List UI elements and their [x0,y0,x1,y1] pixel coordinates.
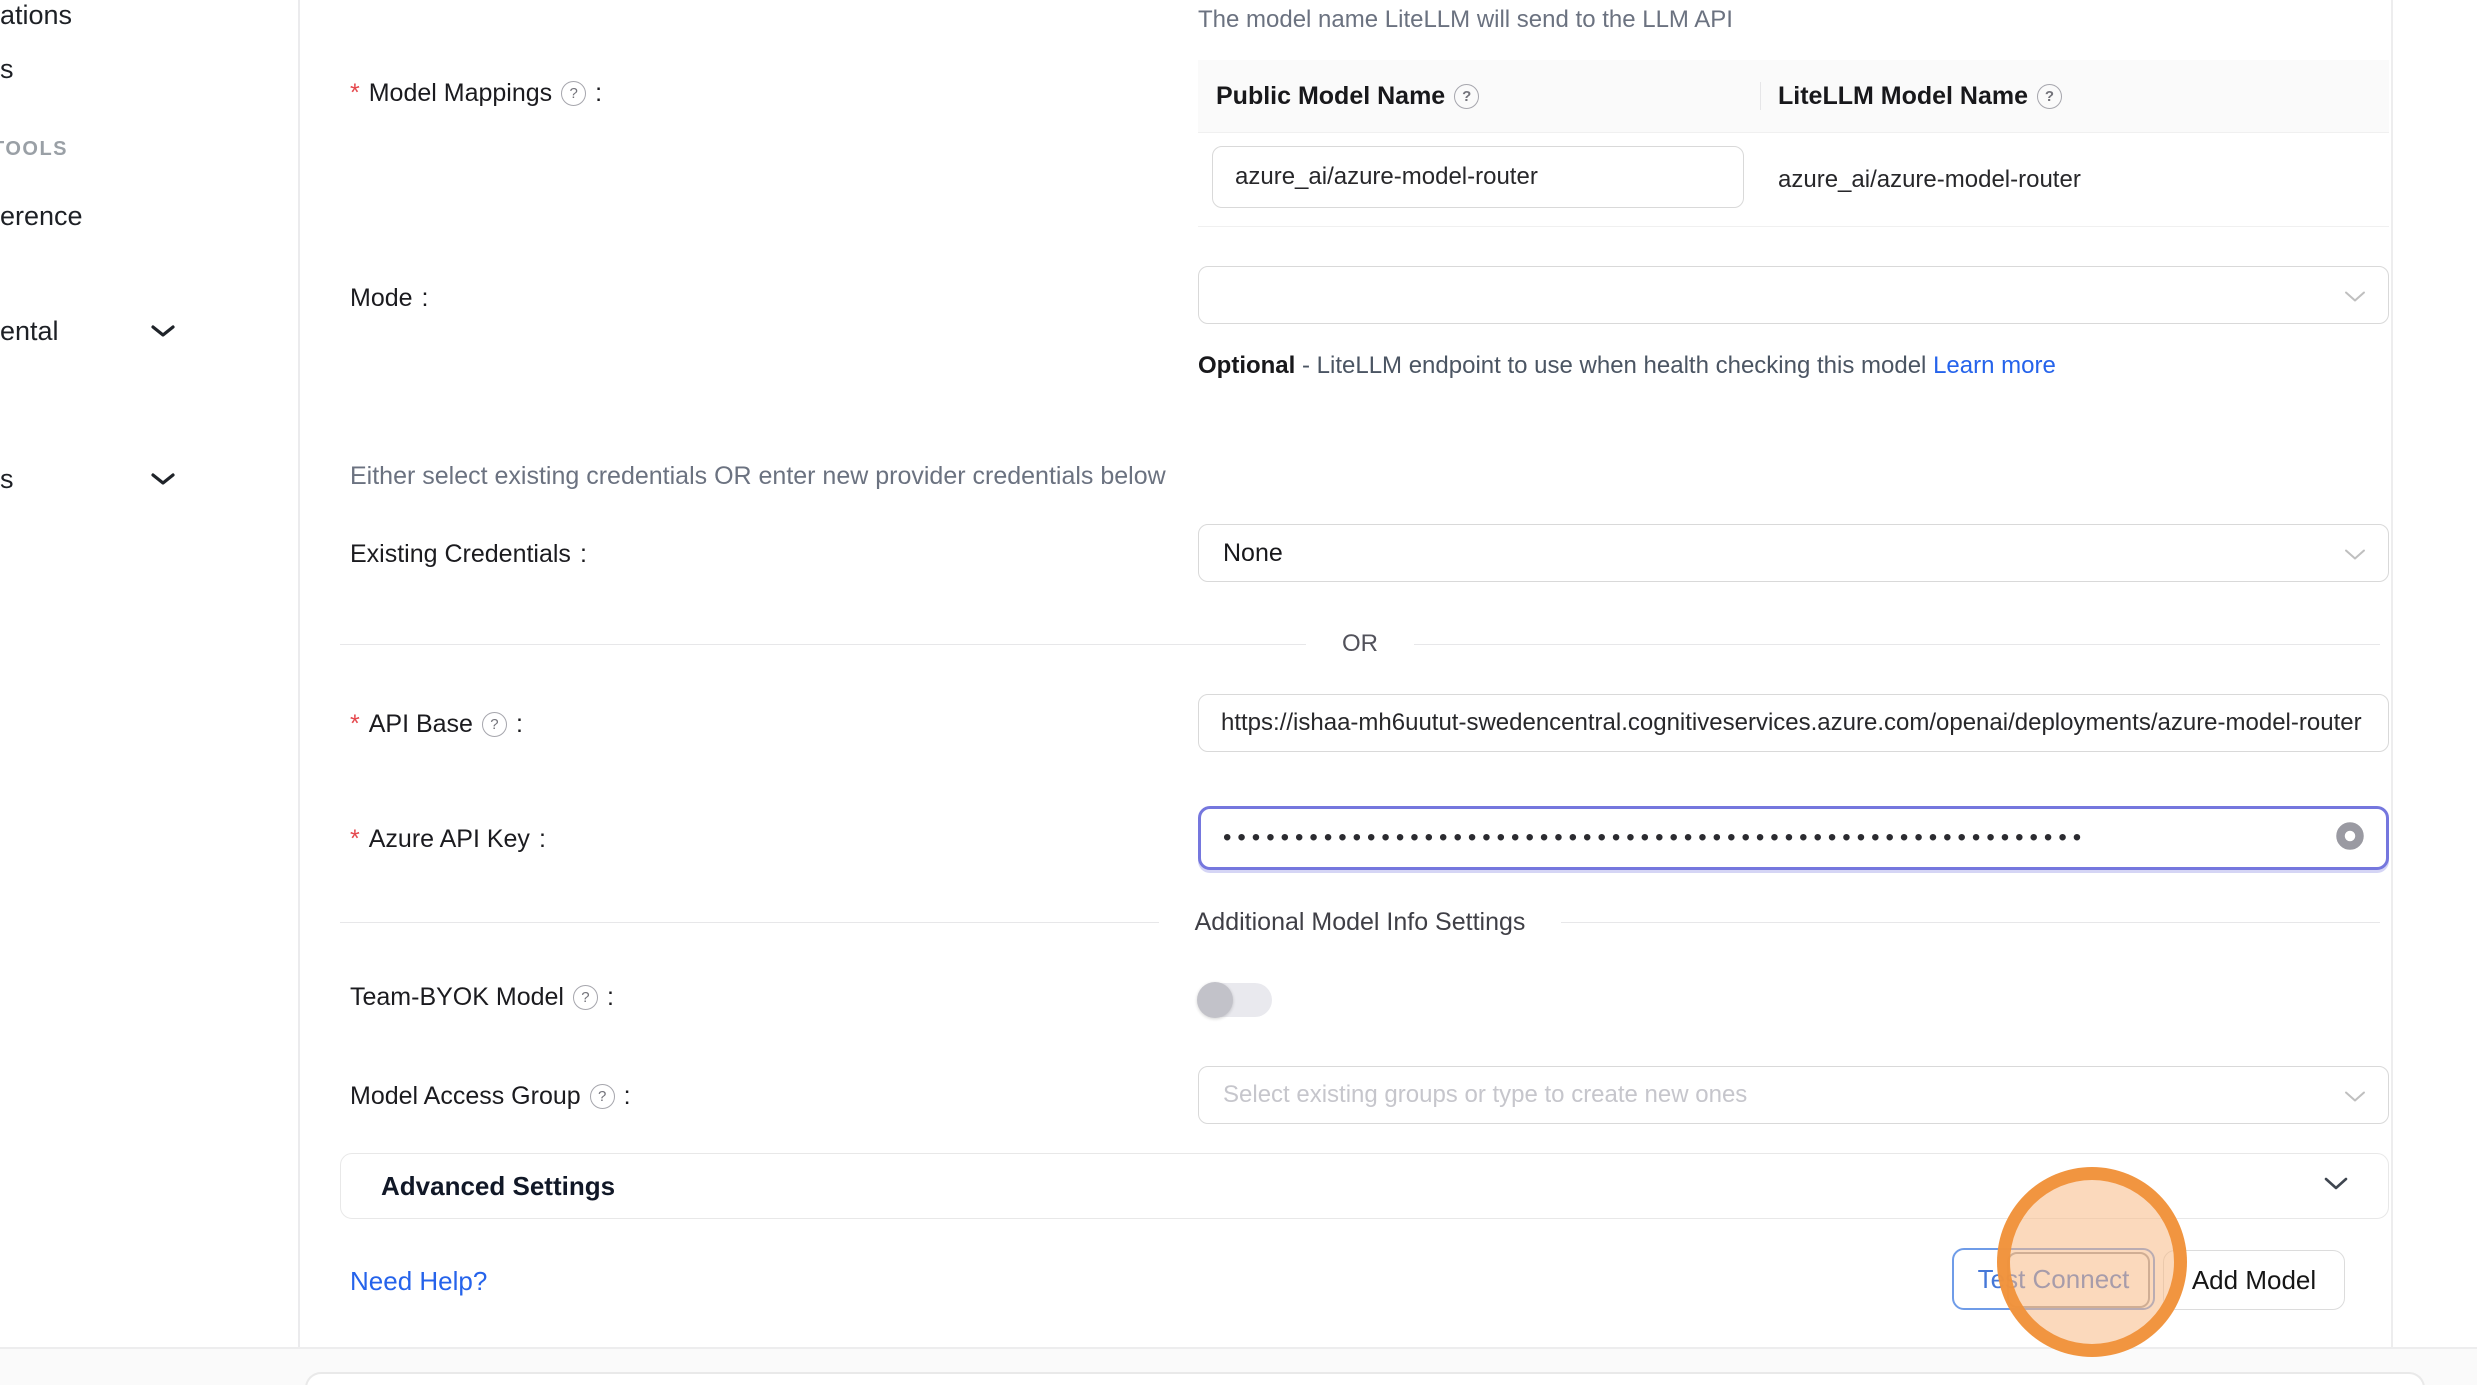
divider-line [340,922,1159,923]
divider-line [1561,922,2380,923]
app-screen: ations s TOOLS erence ental s The model … [0,0,2477,1385]
eye-icon[interactable] [2334,820,2366,857]
litellm-model-name-header: LiteLLM Model Name ? [1778,82,2062,111]
sidebar-item-organizations[interactable]: ations [0,0,72,31]
add-model-button[interactable]: Add Model [2163,1250,2345,1310]
public-model-name-header-text: Public Model Name [1216,82,1445,111]
additional-settings-divider-text: Additional Model Info Settings [1195,908,1526,937]
required-marker: * [350,825,360,854]
required-marker: * [350,710,360,739]
sidebar-section-label: TOOLS [0,138,68,160]
need-help-link[interactable]: Need Help? [350,1266,487,1297]
sidebar-item-label: erence [0,201,83,231]
content-right-divider [2391,0,2393,1347]
advanced-settings-title: Advanced Settings [381,1171,615,1202]
divider-line [1414,644,2380,645]
sidebar-item-settings[interactable]: s [0,464,14,495]
mode-select[interactable] [1198,266,2389,324]
help-glyph: ? [490,716,498,733]
sidebar-item-label: s [0,54,14,84]
team-byok-toggle[interactable] [1198,983,1272,1017]
learn-more-link[interactable]: Learn more [1933,352,2056,379]
sidebar-item-label: ations [0,0,72,30]
column-separator [1760,82,1761,110]
help-glyph: ? [581,989,589,1006]
model-mappings-label-text: Model Mappings [369,79,552,108]
existing-credentials-label-text: Existing Credentials [350,540,571,569]
help-icon[interactable]: ? [573,985,598,1010]
masked-api-key-value: ••••••••••••••••••••••••••••••••••••••••… [1201,824,2314,852]
label-colon: : [516,710,523,739]
model-mappings-table: Public Model Name ? LiteLLM Model Name ?… [1198,60,2389,227]
model-access-group-select[interactable]: Select existing groups or type to create… [1198,1066,2389,1124]
sidebar-item-label: s [0,464,14,494]
divider-line [340,644,1306,645]
chevron-down-icon [150,471,176,492]
litellm-model-name-header-text: LiteLLM Model Name [1778,82,2028,111]
or-divider-text: OR [1342,630,1378,658]
model-access-group-label: Model Access Group ? : [350,1078,631,1114]
required-marker: * [350,79,360,108]
click-highlight-circle [1997,1167,2187,1357]
help-icon[interactable]: ? [1454,84,1479,109]
chevron-down-icon [2344,539,2366,568]
label-colon: : [607,983,614,1012]
public-model-name-input[interactable] [1212,146,1744,208]
api-base-label-text: API Base [369,710,473,739]
team-byok-label-text: Team-BYOK Model [350,983,564,1012]
help-icon[interactable]: ? [2037,84,2062,109]
sidebar-section-tools: TOOLS [0,138,68,161]
api-base-input[interactable] [1198,694,2389,752]
model-mappings-table-header: Public Model Name ? LiteLLM Model Name ? [1198,60,2389,133]
label-colon: : [595,79,602,108]
help-icon[interactable]: ? [482,712,507,737]
public-model-name-header: Public Model Name ? [1216,82,1742,111]
label-colon: : [580,540,587,569]
existing-credentials-label: Existing Credentials : [350,536,587,572]
help-glyph: ? [598,1088,606,1105]
label-colon: : [422,284,429,313]
label-colon: : [624,1082,631,1111]
existing-credentials-value: None [1223,539,1283,568]
chevron-down-icon [2324,1177,2348,1195]
label-colon: : [539,825,546,854]
mode-help-text: Optional - LiteLLM endpoint to use when … [1198,345,2068,386]
credentials-note: Either select existing credentials OR en… [350,462,1166,491]
team-byok-label: Team-BYOK Model ? : [350,979,614,1015]
sidebar-item[interactable]: s [0,54,14,85]
azure-api-key-label: * Azure API Key : [350,821,546,857]
litellm-model-name-value: azure_ai/azure-model-router [1778,133,2081,226]
sidebar-item-label: ental [0,316,59,346]
next-card-top-edge [305,1372,2425,1385]
chevron-down-icon [2344,281,2366,310]
mode-help-rest: - LiteLLM endpoint to use when health ch… [1295,352,1933,379]
chevron-down-icon [150,323,176,344]
model-mappings-label: * Model Mappings ? : [350,75,602,111]
mode-help-bold: Optional [1198,352,1295,379]
toggle-knob [1197,982,1233,1018]
existing-credentials-select[interactable]: None [1198,524,2389,582]
api-base-label: * API Base ? : [350,706,523,742]
model-mappings-table-row: azure_ai/azure-model-router [1198,133,2389,227]
help-glyph: ? [2045,88,2054,105]
mode-label-text: Mode [350,284,413,313]
azure-api-key-label-text: Azure API Key [369,825,530,854]
model-name-helper-text: The model name LiteLLM will send to the … [1198,6,1733,34]
sidebar: ations s TOOLS erence ental s [0,0,300,1347]
help-glyph: ? [570,85,578,102]
help-icon[interactable]: ? [590,1084,615,1109]
model-access-group-placeholder: Select existing groups or type to create… [1223,1081,1747,1109]
azure-api-key-input[interactable]: ••••••••••••••••••••••••••••••••••••••••… [1198,806,2389,870]
sidebar-item-inference[interactable]: erence [0,201,83,232]
mode-label: Mode : [350,280,429,316]
help-glyph: ? [1462,88,1471,105]
help-icon[interactable]: ? [561,81,586,106]
sidebar-item-experimental[interactable]: ental [0,316,59,347]
model-access-group-label-text: Model Access Group [350,1082,581,1111]
or-divider: OR [340,630,2380,658]
add-model-button-label: Add Model [2192,1265,2316,1296]
additional-settings-divider: Additional Model Info Settings [340,908,2380,937]
chevron-down-icon [2344,1081,2366,1110]
